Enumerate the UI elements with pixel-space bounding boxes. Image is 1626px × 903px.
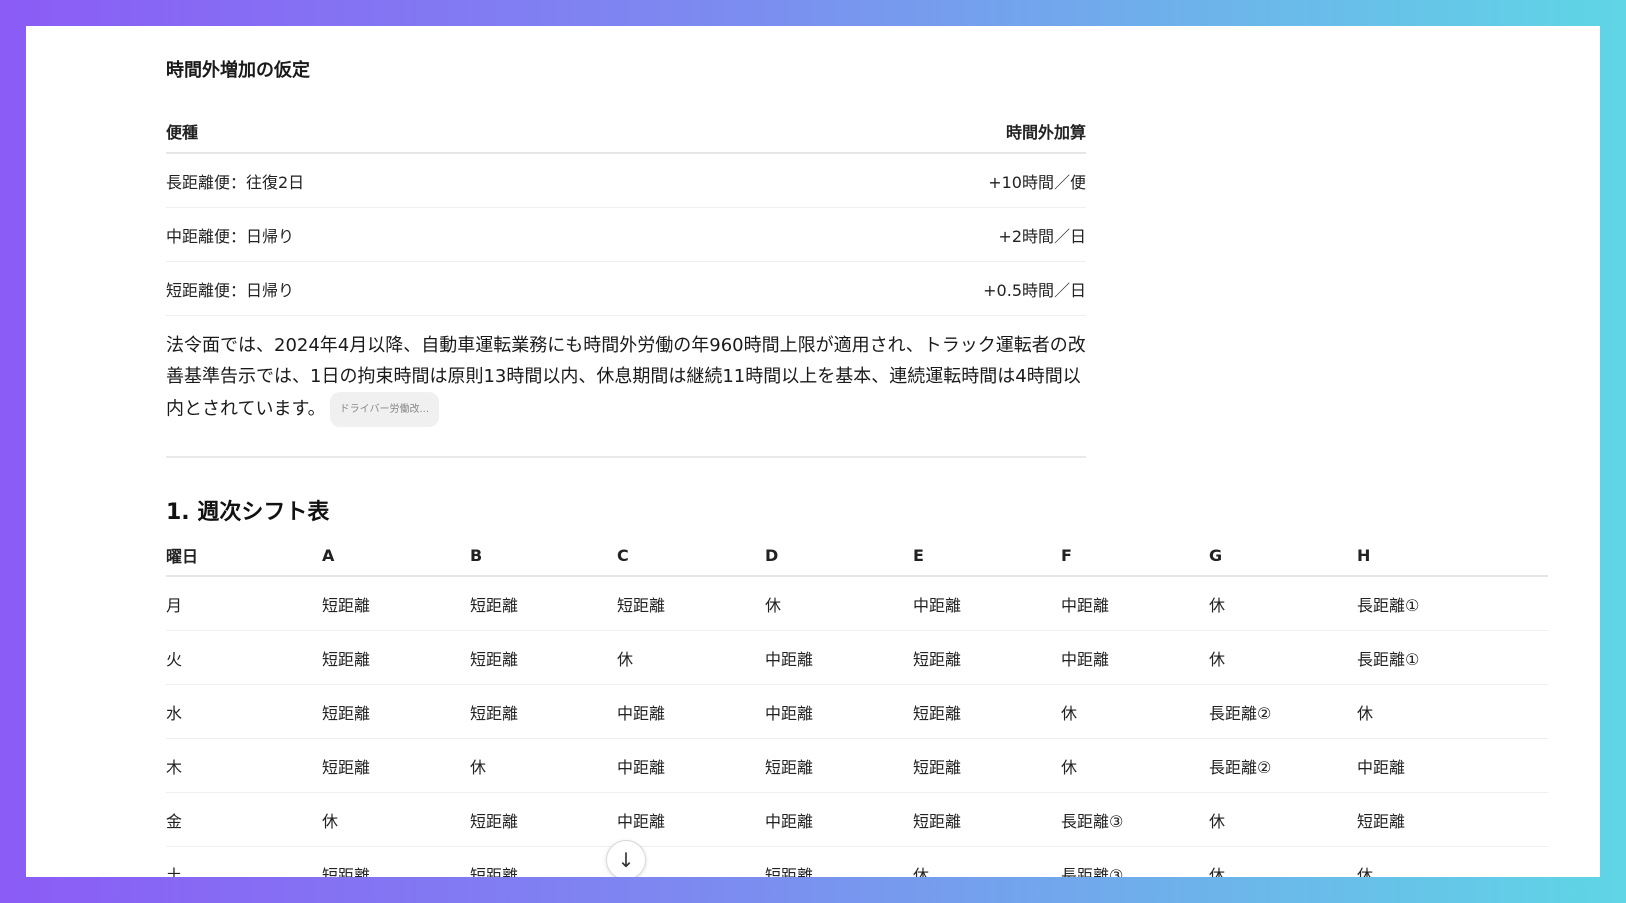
header-day: 曜日 bbox=[166, 535, 322, 577]
weekly-shift-heading: 1. 週次シフト表 bbox=[166, 500, 330, 525]
shift-cell: 長距離② bbox=[1209, 684, 1357, 739]
shift-cell: 休 bbox=[1357, 846, 1548, 877]
shift-cell: 中距離 bbox=[617, 738, 765, 793]
table-row: 長距離便：往復2日 +10時間／便 bbox=[166, 153, 1086, 208]
header-driver-b: B bbox=[470, 535, 617, 577]
shift-cell: 短距離 bbox=[322, 630, 470, 685]
header-driver-g: G bbox=[1209, 535, 1357, 577]
day-cell: 水 bbox=[166, 684, 322, 739]
shift-cell: 休 bbox=[765, 576, 913, 631]
table-row: 火短距離 短距離休中距離 短距離 中距離休長距離① bbox=[166, 630, 1548, 685]
legal-paragraph: 法令面では、2024年4月以降、自動車運転業務にも時間外労働の年960時間上限が… bbox=[166, 330, 1086, 427]
shift-cell: 中距離 bbox=[617, 684, 765, 739]
overtime-assumption-heading: 時間外増加の仮定 bbox=[166, 60, 310, 81]
shift-cell: 中距離 bbox=[617, 792, 765, 847]
table-row: 中距離便：日帰り +2時間／日 bbox=[166, 207, 1086, 262]
table-row: 金休短距離 中距離 中距離 短距離 長距離③ 休短距離 bbox=[166, 792, 1548, 847]
weekly-shift-table: 曜日 A B C D E F G H 月短距離 短距離 短距離休中距離 中距離休長距離… bbox=[166, 535, 1548, 877]
shift-cell: 短距離 bbox=[470, 846, 617, 877]
scroll-to-bottom-button[interactable]: ↓ bbox=[606, 840, 646, 877]
header-trip-type: 便種 bbox=[166, 110, 694, 154]
shift-cell: 休 bbox=[1209, 792, 1357, 847]
table-cell: 短距離便：日帰り bbox=[166, 261, 694, 316]
shift-cell: 短距離 bbox=[765, 846, 913, 877]
shift-cell: 短距離 bbox=[322, 576, 470, 631]
shift-cell: 中距離 bbox=[913, 576, 1061, 631]
shift-cell: 短距離 bbox=[322, 846, 470, 877]
shift-cell: 短距離 bbox=[470, 792, 617, 847]
shift-cell: 短距離 bbox=[470, 630, 617, 685]
shift-cell: 中距離 bbox=[1357, 738, 1548, 793]
shift-cell: 休 bbox=[322, 792, 470, 847]
table-cell: +0.5時間／日 bbox=[693, 261, 1086, 316]
header-driver-h: H bbox=[1357, 535, 1548, 577]
shift-cell: 短距離 bbox=[322, 684, 470, 739]
day-cell: 土 bbox=[166, 846, 322, 877]
table-header-row: 便種 時間外加算 bbox=[166, 110, 1086, 154]
header-driver-d: D bbox=[765, 535, 913, 577]
header-overtime-add: 時間外加算 bbox=[693, 110, 1086, 154]
shift-cell: 短距離 bbox=[617, 576, 765, 631]
shift-cell: 休 bbox=[1209, 630, 1357, 685]
shift-cell: 休 bbox=[913, 846, 1061, 877]
table-row: 月短距離 短距離 短距離休中距離 中距離休長距離① bbox=[166, 576, 1548, 631]
table-cell: +2時間／日 bbox=[693, 207, 1086, 262]
header-driver-c: C bbox=[617, 535, 765, 577]
overtime-table: 便種 時間外加算 長距離便：往復2日 +10時間／便 中距離便：日帰り +2時間… bbox=[166, 110, 1086, 316]
table-header-row: 曜日 A B C D E F G H bbox=[166, 535, 1548, 577]
header-driver-e: E bbox=[913, 535, 1061, 577]
shift-cell: 長距離② bbox=[1209, 738, 1357, 793]
day-cell: 木 bbox=[166, 738, 322, 793]
shift-cell: 休 bbox=[1061, 738, 1209, 793]
shift-cell: 長距離① bbox=[1357, 576, 1548, 631]
shift-cell: 長距離③ bbox=[1061, 792, 1209, 847]
shift-cell: 短距離 bbox=[913, 738, 1061, 793]
shift-cell: 短距離 bbox=[913, 684, 1061, 739]
shift-cell: 長距離③ bbox=[1061, 846, 1209, 877]
day-cell: 金 bbox=[166, 792, 322, 847]
table-cell: 中距離便：日帰り bbox=[166, 207, 694, 262]
shift-cell: 長距離① bbox=[1357, 630, 1548, 685]
shift-cell: 短距離 bbox=[1357, 792, 1548, 847]
shift-cell: 短距離 bbox=[322, 738, 470, 793]
paragraph-text: 法令面では、2024年4月以降、自動車運転業務にも時間外労働の年960時間上限が… bbox=[166, 335, 1086, 420]
shift-cell: 中距離 bbox=[765, 684, 913, 739]
table-row: 水短距離 短距離 中距離 中距離 短距離休長距離② 休 bbox=[166, 684, 1548, 739]
day-cell: 月 bbox=[166, 576, 322, 631]
chat-response-panel: 時間外増加の仮定 便種 時間外加算 長距離便：往復2日 +10時間／便 中距離便… bbox=[26, 26, 1600, 877]
citation-chip[interactable]: ドライバー労働改... bbox=[329, 392, 440, 427]
table-row: 短距離便：日帰り +0.5時間／日 bbox=[166, 261, 1086, 316]
section-divider bbox=[166, 456, 1086, 458]
shift-cell: 休 bbox=[1061, 684, 1209, 739]
table-cell: 長距離便：往復2日 bbox=[166, 153, 694, 208]
shift-cell: 休 bbox=[1357, 684, 1548, 739]
shift-cell: 休 bbox=[617, 630, 765, 685]
shift-cell: 短距離 bbox=[913, 792, 1061, 847]
table-row: 木短距離休中距離 短距離 短距離休長距離② 中距離 bbox=[166, 738, 1548, 793]
header-driver-f: F bbox=[1061, 535, 1209, 577]
day-cell: 火 bbox=[166, 630, 322, 685]
shift-cell: 休 bbox=[470, 738, 617, 793]
header-driver-a: A bbox=[322, 535, 470, 577]
table-row: 土短距離短距離休短距離休長距離③休休 bbox=[166, 846, 1548, 877]
shift-cell: 休 bbox=[1209, 576, 1357, 631]
shift-cell: 中距離 bbox=[1061, 576, 1209, 631]
shift-cell: 休 bbox=[1209, 846, 1357, 877]
shift-cell: 短距離 bbox=[913, 630, 1061, 685]
table-cell: +10時間／便 bbox=[693, 153, 1086, 208]
shift-cell: 中距離 bbox=[765, 630, 913, 685]
shift-cell: 短距離 bbox=[470, 684, 617, 739]
shift-cell: 短距離 bbox=[765, 738, 913, 793]
shift-cell: 中距離 bbox=[765, 792, 913, 847]
shift-table-body: 月短距離 短距離 短距離休中距離 中距離休長距離① 火短距離 短距離休中距離 短距離 中距離休… bbox=[166, 576, 1548, 877]
shift-cell: 中距離 bbox=[1061, 630, 1209, 685]
arrow-down-icon: ↓ bbox=[617, 848, 635, 872]
shift-cell: 短距離 bbox=[470, 576, 617, 631]
